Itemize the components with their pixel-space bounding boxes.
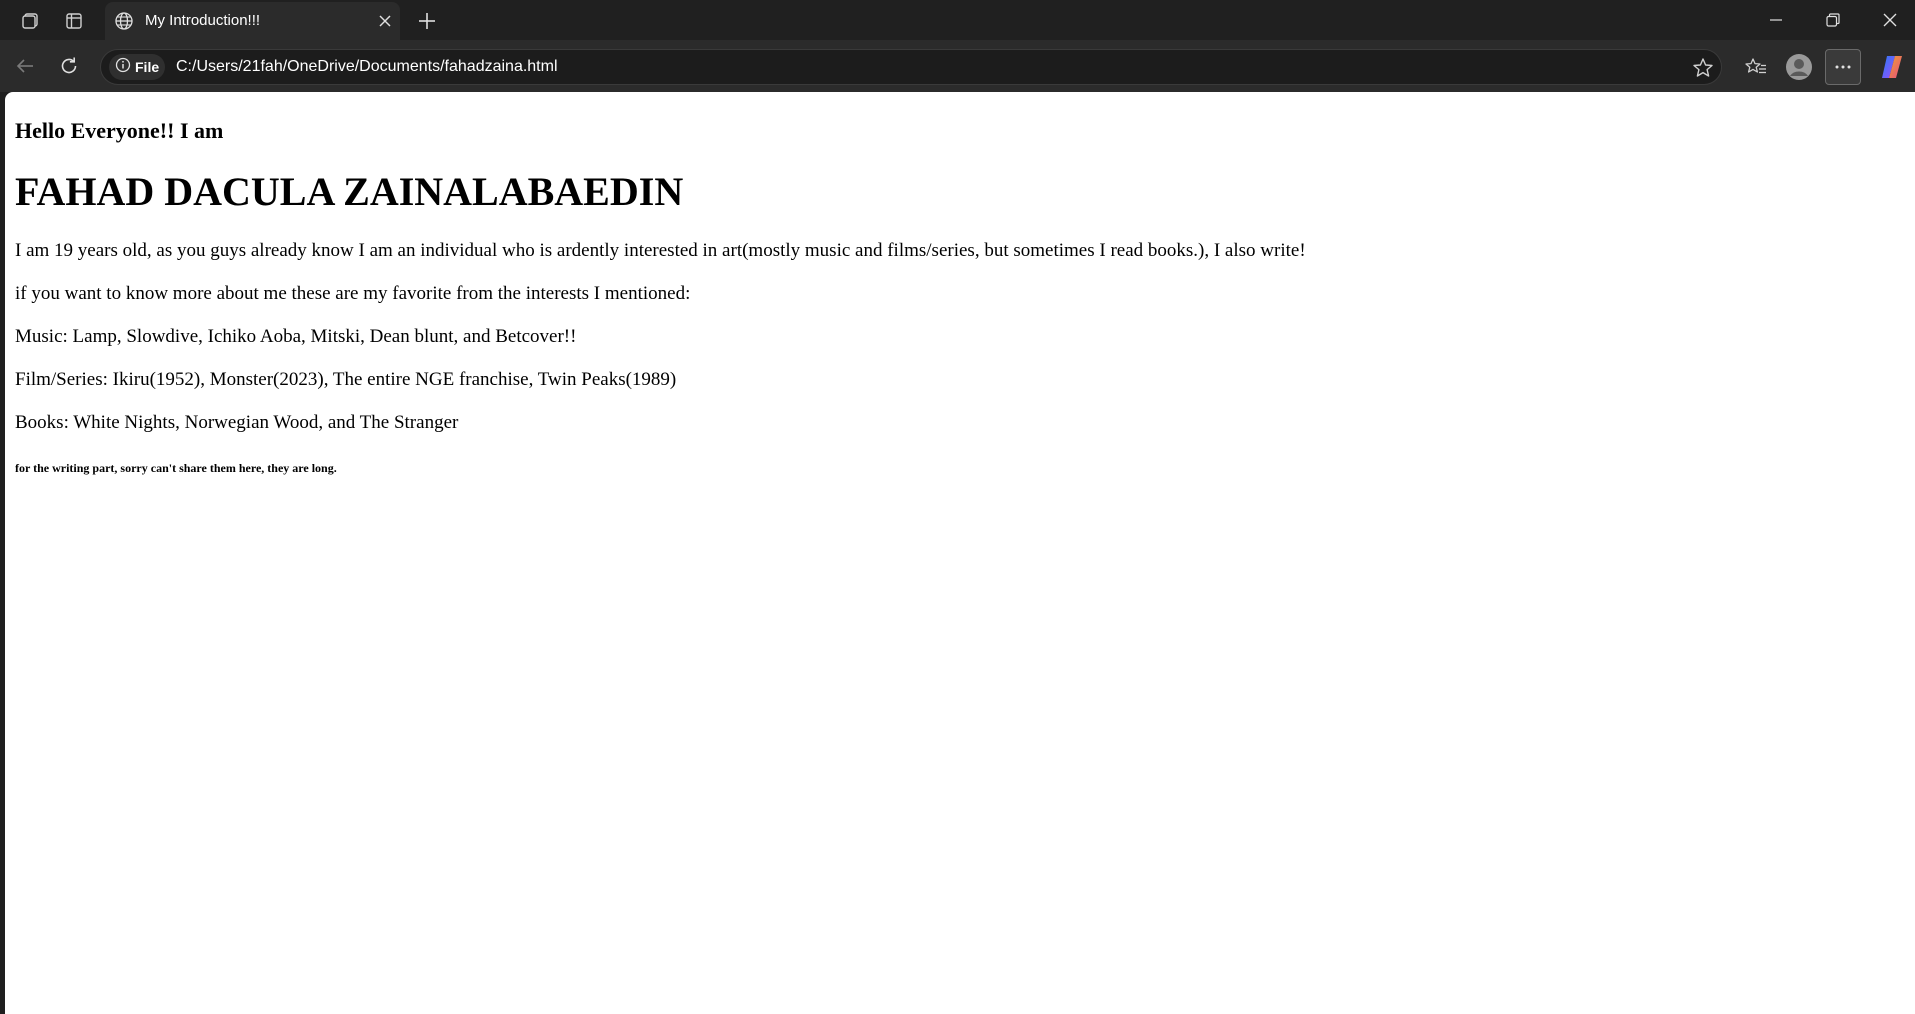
site-info-button[interactable]: File [109, 54, 166, 80]
workspaces-icon[interactable] [17, 8, 43, 34]
refresh-icon[interactable] [53, 50, 85, 82]
back-icon[interactable] [9, 50, 41, 82]
intro-paragraph: I am 19 years old, as you guys already k… [15, 240, 1306, 261]
close-tab-icon[interactable] [375, 11, 395, 31]
close-window-icon[interactable] [1862, 0, 1915, 40]
favorites-lead-paragraph: if you want to know more about me these … [15, 283, 691, 304]
films-paragraph: Film/Series: Ikiru(1952), Monster(2023),… [15, 369, 677, 390]
globe-icon [113, 10, 135, 32]
books-paragraph: Books: White Nights, Norwegian Wood, and… [15, 412, 459, 433]
star-icon[interactable] [1691, 56, 1715, 80]
url-text[interactable]: C:/Users/21fah/OneDrive/Documents/fahadz… [176, 58, 558, 76]
favorites-icon[interactable] [1738, 49, 1774, 85]
new-tab-icon[interactable] [414, 8, 440, 34]
profile-icon[interactable] [1781, 49, 1817, 85]
writing-note: for the writing part, sorry can't share … [15, 461, 337, 475]
more-icon[interactable] [1825, 49, 1861, 85]
tab-strip: My Introduction!!! [0, 0, 1915, 40]
music-paragraph: Music: Lamp, Slowdive, Ichiko Aoba, Mits… [15, 326, 577, 347]
toolbar: File C:/Users/21fah/OneDrive/Documents/f… [0, 40, 1915, 92]
address-bar[interactable]: File C:/Users/21fah/OneDrive/Documents/f… [100, 49, 1722, 85]
info-icon [115, 57, 131, 78]
greeting-heading: Hello Everyone!! I am [15, 118, 224, 143]
tab-active[interactable]: My Introduction!!! [105, 2, 400, 40]
name-heading: FAHAD DACULA ZAINALABAEDIN [15, 169, 684, 214]
tab-title: My Introduction!!! [145, 12, 261, 29]
tab-actions-icon[interactable] [61, 8, 87, 34]
page-viewport: Hello Everyone!! I am FAHAD DACULA ZAINA… [5, 92, 1915, 1014]
restore-icon[interactable] [1805, 0, 1861, 40]
site-info-label: File [135, 59, 160, 75]
minimize-icon[interactable] [1748, 0, 1804, 40]
copilot-icon[interactable] [1874, 49, 1910, 85]
browser-window: My Introduction!!! File C:/Users/21fah/O… [0, 0, 1915, 1014]
page-content: Hello Everyone!! I am FAHAD DACULA ZAINA… [5, 118, 1915, 476]
